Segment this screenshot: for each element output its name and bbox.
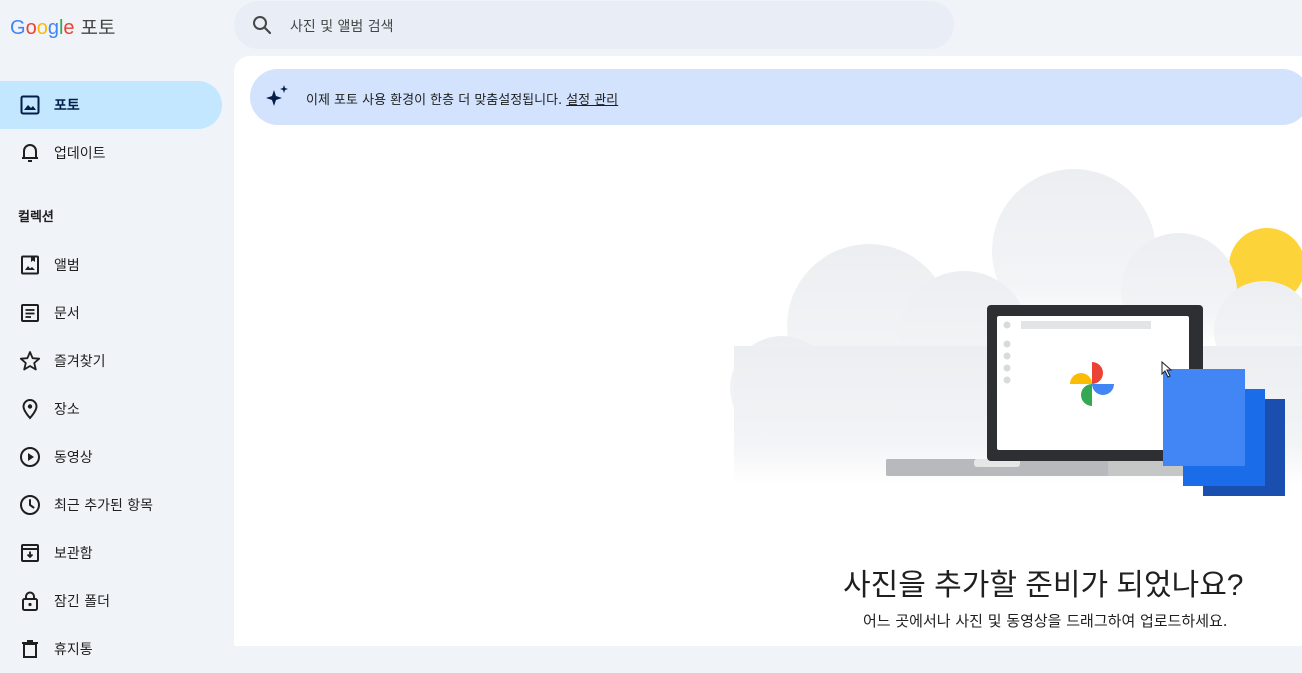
play-circle-icon bbox=[18, 445, 42, 469]
logo-letter: o bbox=[36, 17, 48, 39]
sidebar-item-label: 장소 bbox=[54, 402, 80, 418]
bell-icon bbox=[18, 141, 42, 165]
search-icon[interactable] bbox=[250, 13, 274, 37]
sidebar-item-trash[interactable]: 휴지통 bbox=[0, 625, 222, 673]
album-icon bbox=[18, 253, 42, 277]
logo-letter: o bbox=[25, 17, 37, 39]
google-photos-logo[interactable]: Google 포토 bbox=[10, 13, 115, 40]
sidebar: 포토 업데이트 컬렉션 앨범 문서 즐겨찾기 장소 동영상 최근 추가된 항목 … bbox=[0, 56, 234, 658]
sidebar-item-label: 잠긴 폴더 bbox=[54, 594, 110, 610]
sidebar-item-favorites[interactable]: 즐겨찾기 bbox=[0, 337, 222, 385]
empty-state-subtitle: 어느 곳에서나 사진 및 동영상을 드래그하여 업로드하세요. bbox=[863, 612, 1228, 630]
archive-icon bbox=[18, 541, 42, 565]
search-bar[interactable]: 사진 및 앨범 검색 bbox=[234, 1, 954, 49]
sidebar-item-albums[interactable]: 앨범 bbox=[0, 241, 222, 289]
sidebar-item-archive[interactable]: 보관함 bbox=[0, 529, 222, 577]
banner-text-wrap: 이제 포토 사용 환경이 한층 더 맞춤설정됩니다. 설정 관리 bbox=[306, 89, 618, 108]
sidebar-item-locked-folder[interactable]: 잠긴 폴더 bbox=[0, 577, 222, 625]
sparkle-icon bbox=[266, 85, 290, 113]
logo-letter: G bbox=[10, 17, 26, 39]
sidebar-item-label: 업데이트 bbox=[54, 146, 106, 162]
document-icon bbox=[18, 301, 42, 325]
sidebar-item-videos[interactable]: 동영상 bbox=[0, 433, 222, 481]
sidebar-item-photos[interactable]: 포토 bbox=[0, 81, 222, 129]
sidebar-item-updates[interactable]: 업데이트 bbox=[0, 129, 222, 177]
sidebar-item-label: 휴지통 bbox=[54, 642, 93, 658]
clock-icon bbox=[18, 493, 42, 517]
search-input[interactable]: 사진 및 앨범 검색 bbox=[290, 16, 394, 36]
sidebar-item-label: 앨범 bbox=[54, 258, 80, 274]
banner-text: 이제 포토 사용 환경이 한층 더 맞춤설정됩니다. bbox=[306, 93, 563, 108]
logo-letter: g bbox=[47, 17, 59, 39]
sidebar-item-documents[interactable]: 문서 bbox=[0, 289, 222, 337]
sidebar-item-label: 포토 bbox=[54, 98, 80, 114]
personalization-banner: 이제 포토 사용 환경이 한층 더 맞춤설정됩니다. 설정 관리 bbox=[250, 69, 1302, 125]
sidebar-item-label: 최근 추가된 항목 bbox=[54, 498, 154, 514]
empty-state-title: 사진을 추가할 준비가 되었나요? bbox=[843, 569, 1244, 602]
photo-icon bbox=[18, 93, 42, 117]
sidebar-item-recently-added[interactable]: 최근 추가된 항목 bbox=[0, 481, 222, 529]
product-name: 포토 bbox=[80, 18, 116, 39]
top-bar: Google 포토 사진 및 앨범 검색 bbox=[0, 0, 1302, 54]
logo-letter: e bbox=[63, 17, 75, 39]
sidebar-item-label: 보관함 bbox=[54, 546, 93, 562]
upload-illustration bbox=[724, 156, 1302, 516]
main-content: 이제 포토 사용 환경이 한층 더 맞춤설정됩니다. 설정 관리 사진을 추가할… bbox=[234, 56, 1302, 646]
sidebar-item-label: 동영상 bbox=[54, 450, 93, 466]
trash-icon bbox=[18, 637, 42, 661]
manage-settings-link[interactable]: 설정 관리 bbox=[566, 93, 618, 108]
location-pin-icon bbox=[18, 397, 42, 421]
collections-heading: 컬렉션 bbox=[18, 210, 54, 225]
star-icon bbox=[18, 349, 42, 373]
sidebar-item-label: 즐겨찾기 bbox=[54, 354, 106, 370]
sidebar-item-label: 문서 bbox=[54, 306, 80, 322]
sidebar-item-places[interactable]: 장소 bbox=[0, 385, 222, 433]
lock-icon bbox=[18, 589, 42, 613]
